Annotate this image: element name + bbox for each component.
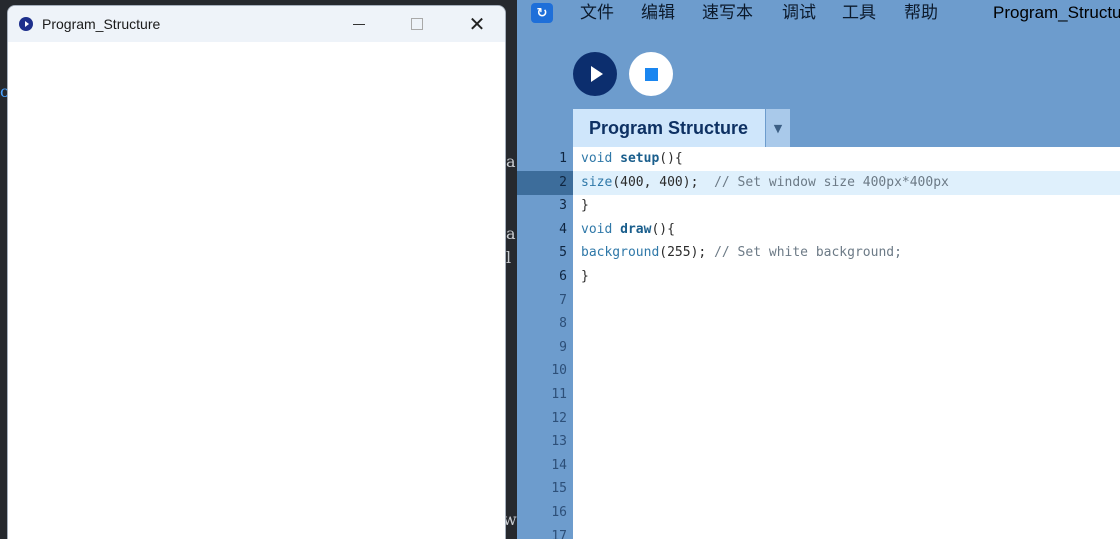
stop-icon (644, 67, 658, 81)
menu-tools[interactable]: 工具 (842, 0, 876, 26)
code-text: (400, 400); (612, 174, 715, 190)
menu-edit[interactable]: 编辑 (641, 0, 675, 26)
processing-app-icon (19, 17, 33, 31)
code-line-3: } (581, 198, 589, 214)
menu-help[interactable]: 帮助 (904, 0, 938, 26)
code-line-6: } (581, 269, 589, 284)
line-number: 15 (551, 481, 567, 497)
sketch-output-window: Program_Structure ✕ (7, 5, 506, 539)
maximize-button[interactable] (388, 6, 446, 42)
menu-file[interactable]: 文件 (580, 0, 614, 26)
code-text: (){ (651, 221, 675, 237)
background-text-fragment: a (506, 224, 516, 243)
run-button[interactable] (573, 52, 617, 96)
tab-program-structure[interactable]: Program Structure (573, 109, 765, 147)
code-keyword: void (581, 151, 613, 166)
background-text-fragment: a (506, 152, 516, 171)
code-text: (){ (659, 151, 683, 166)
tab-menu-button[interactable]: ▼ (766, 109, 790, 147)
line-number: 7 (559, 292, 567, 308)
line-number-gutter: 1 2 3 4 5 6 7 8 9 10 11 12 13 14 15 16 1… (517, 147, 573, 539)
code-function-name: setup (620, 151, 660, 166)
processing-ide-window: ↻ 文件 编辑 速写本 调试 工具 帮助 Program_Structure P… (517, 0, 1120, 539)
line-number: 10 (551, 363, 567, 379)
code-editor[interactable]: void setup(){ size(400, 400); // Set win… (573, 147, 1120, 539)
menu-debug[interactable]: 调试 (782, 0, 816, 26)
ide-window-title: Program_Structure (993, 3, 1120, 22)
line-number: 16 (551, 505, 567, 520)
line-number: 6 (559, 269, 567, 284)
sketch-window-title: Program_Structure (42, 16, 161, 32)
stop-button[interactable] (629, 52, 673, 96)
line-number: 17 (551, 528, 567, 539)
line-number: 11 (551, 387, 567, 402)
minimize-button[interactable] (330, 6, 388, 42)
code-line-1: void setup(){ (581, 147, 683, 171)
line-number: 13 (551, 434, 567, 450)
tab-label: Program Structure (589, 117, 749, 138)
minimize-icon (353, 23, 365, 25)
code-comment: // Set window size 400px*400px (714, 174, 949, 190)
line-number: 8 (559, 316, 567, 332)
code-comment: // Set white background; (714, 245, 902, 261)
chevron-down-icon: ▼ (773, 121, 783, 135)
line-number: 3 (559, 198, 567, 214)
close-button[interactable]: ✕ (448, 6, 505, 42)
code-text: (255); (659, 245, 715, 261)
line-number: 1 (559, 151, 567, 166)
maximize-icon (411, 18, 423, 30)
code-line-4: void draw(){ (581, 218, 675, 242)
code-line-5: background(255); // Set white background… (581, 241, 902, 265)
code-call: size (581, 174, 613, 190)
sketch-canvas[interactable] (8, 42, 505, 539)
line-number: 12 (551, 410, 567, 426)
line-number: 9 (559, 339, 567, 355)
line-number: 2 (559, 174, 567, 190)
play-icon (591, 66, 603, 82)
code-keyword: void (581, 221, 613, 237)
line-number: 4 (559, 221, 567, 237)
code-function-name: draw (620, 221, 652, 237)
line-number: 5 (559, 245, 567, 261)
processing-logo-icon: ↻ (531, 3, 553, 23)
background-text-fragment: l (506, 248, 512, 267)
code-call: background (581, 245, 660, 261)
menu-sketch[interactable]: 速写本 (702, 0, 753, 26)
line-number: 14 (551, 457, 567, 473)
sketch-titlebar[interactable]: Program_Structure ✕ (8, 6, 505, 42)
close-icon: ✕ (468, 12, 486, 36)
code-line-2: size(400, 400); // Set window size 400px… (581, 171, 949, 195)
